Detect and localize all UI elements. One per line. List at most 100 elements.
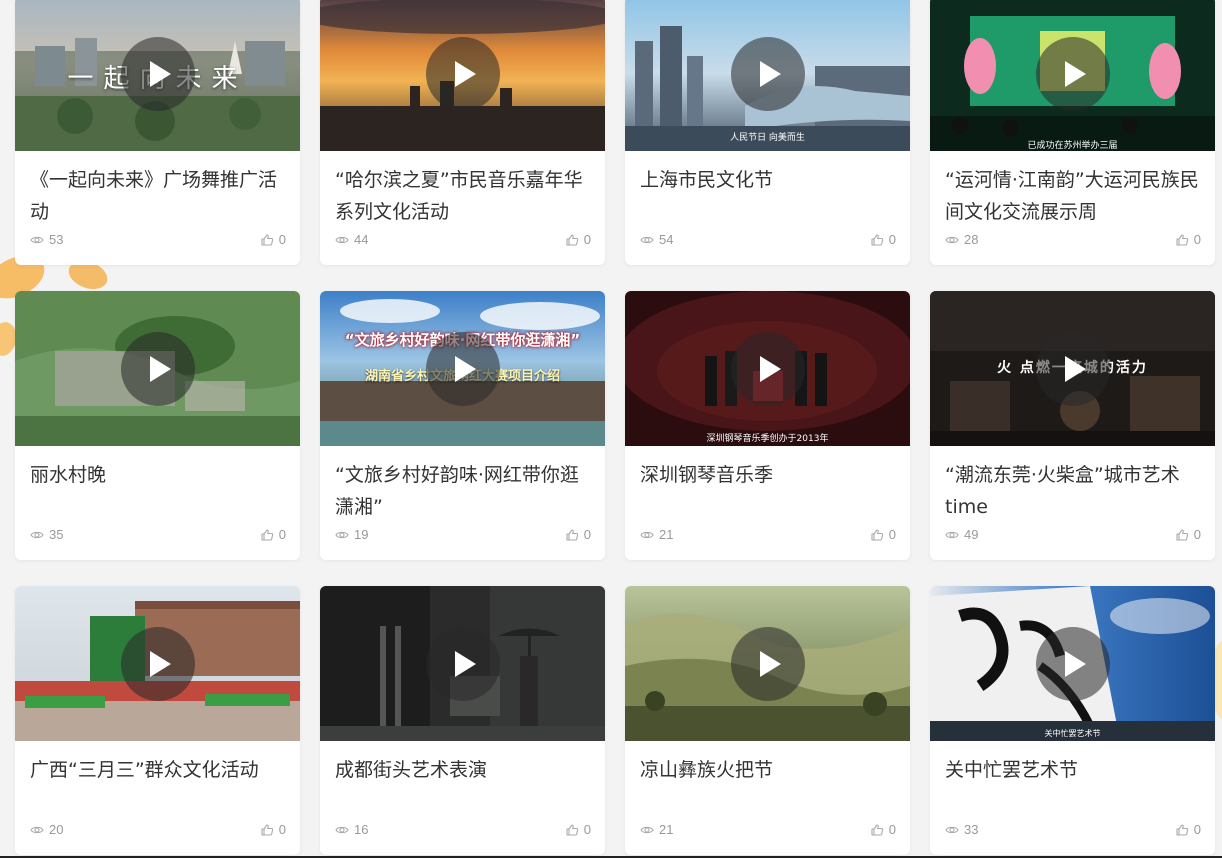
thumbnail-caption: 关中忙罢艺术节 xyxy=(1044,729,1101,738)
video-stats: 28 0 xyxy=(945,232,1201,248)
thumbs-up-icon xyxy=(261,233,273,246)
video-thumbnail[interactable] xyxy=(625,586,910,741)
play-icon[interactable] xyxy=(731,627,805,701)
video-gallery-page: 一起向未来 《一起向未来》广场舞推广活动 53 0 xyxy=(0,0,1222,858)
video-title[interactable]: 成都街头艺术表演 xyxy=(335,754,590,818)
video-thumbnail[interactable]: 已成功在苏州举办三届 xyxy=(930,0,1215,151)
video-title[interactable]: 深圳钢琴音乐季 xyxy=(640,459,895,523)
video-stats: 53 0 xyxy=(30,232,286,248)
thumbnail-caption: 深圳钢琴音乐季创办于2013年 xyxy=(706,434,829,444)
video-card[interactable]: 已成功在苏州举办三届 “运河情·江南韵”大运河民族民间文化交流展示周 28 0 xyxy=(930,0,1215,265)
video-card[interactable]: 一起向未来 《一起向未来》广场舞推广活动 53 0 xyxy=(15,0,300,265)
view-count-value: 19 xyxy=(354,527,369,542)
like-count-value: 0 xyxy=(1193,232,1201,247)
video-card[interactable]: 人民节日 向美而生 上海市民文化节 54 0 xyxy=(625,0,910,265)
video-thumbnail[interactable] xyxy=(320,586,605,741)
like-count-value: 0 xyxy=(1193,527,1201,542)
like-button[interactable]: 0 xyxy=(870,232,896,247)
video-thumbnail[interactable] xyxy=(320,0,605,151)
view-count-value: 20 xyxy=(49,822,64,837)
video-title[interactable]: 《一起向未来》广场舞推广活动 xyxy=(30,164,285,228)
video-thumbnail[interactable]: 一起向未来 xyxy=(15,0,300,151)
video-thumbnail[interactable]: 火 点燃一座城的活力 xyxy=(930,291,1215,446)
play-icon[interactable] xyxy=(426,332,500,406)
play-icon[interactable] xyxy=(426,627,500,701)
video-stats: 19 0 xyxy=(335,527,591,543)
view-count: 49 xyxy=(945,527,978,542)
view-count-value: 21 xyxy=(659,822,674,837)
play-icon[interactable] xyxy=(1036,37,1110,111)
like-button[interactable]: 0 xyxy=(870,822,896,837)
video-stats: 49 0 xyxy=(945,527,1201,543)
like-count-value: 0 xyxy=(583,232,591,247)
video-thumbnail[interactable]: 人民节日 向美而生 xyxy=(625,0,910,151)
play-icon[interactable] xyxy=(121,37,195,111)
view-count: 53 xyxy=(30,232,63,247)
video-card[interactable]: 关中忙罢艺术节 关中忙罢艺术节 33 0 xyxy=(930,586,1215,855)
view-count-value: 21 xyxy=(659,527,674,542)
play-icon[interactable] xyxy=(1036,332,1110,406)
like-button[interactable]: 0 xyxy=(260,232,286,247)
video-card[interactable]: 广西“三月三”群众文化活动 20 0 xyxy=(15,586,300,855)
video-title[interactable]: 丽水村晚 xyxy=(30,459,285,523)
video-stats: 21 0 xyxy=(640,527,896,543)
thumbs-up-icon xyxy=(1176,823,1188,836)
video-thumbnail[interactable]: “文旅乡村好韵味·网红带你逛潇湘” 湖南省乡村文旅网红大赛项目介绍 xyxy=(320,291,605,446)
eye-icon xyxy=(30,826,44,833)
play-icon[interactable] xyxy=(121,627,195,701)
video-title[interactable]: “哈尔滨之夏”市民音乐嘉年华系列文化活动 xyxy=(335,164,590,228)
video-card[interactable]: “哈尔滨之夏”市民音乐嘉年华系列文化活动 44 0 xyxy=(320,0,605,265)
thumbs-up-icon xyxy=(871,823,883,836)
like-button[interactable]: 0 xyxy=(870,527,896,542)
video-title[interactable]: 广西“三月三”群众文化活动 xyxy=(30,754,285,818)
play-icon[interactable] xyxy=(121,332,195,406)
video-card[interactable]: 火 点燃一座城的活力 “潮流东莞·火柴盒”城市艺术time 49 0 xyxy=(930,291,1215,560)
video-thumbnail[interactable]: 深圳钢琴音乐季创办于2013年 xyxy=(625,291,910,446)
view-count-value: 44 xyxy=(354,232,369,247)
video-title[interactable]: 上海市民文化节 xyxy=(640,164,895,228)
video-stats: 33 0 xyxy=(945,822,1201,838)
play-icon[interactable] xyxy=(426,37,500,111)
view-count: 21 xyxy=(640,527,673,542)
view-count: 44 xyxy=(335,232,368,247)
video-title[interactable]: “文旅乡村好韵味·网红带你逛潇湘” xyxy=(335,459,590,523)
view-count: 54 xyxy=(640,232,673,247)
video-title[interactable]: “运河情·江南韵”大运河民族民间文化交流展示周 xyxy=(945,164,1200,228)
video-thumbnail[interactable]: 关中忙罢艺术节 xyxy=(930,586,1215,741)
video-grid: 一起向未来 《一起向未来》广场舞推广活动 53 0 xyxy=(15,0,1215,855)
thumbs-up-icon xyxy=(566,823,578,836)
video-thumbnail[interactable] xyxy=(15,291,300,446)
like-button[interactable]: 0 xyxy=(1175,527,1201,542)
video-title[interactable]: 凉山彝族火把节 xyxy=(640,754,895,818)
like-button[interactable]: 0 xyxy=(1175,232,1201,247)
eye-icon xyxy=(30,236,44,243)
play-icon[interactable] xyxy=(731,37,805,111)
video-title[interactable]: “潮流东莞·火柴盒”城市艺术time xyxy=(945,459,1200,523)
thumbs-up-icon xyxy=(566,233,578,246)
view-count-value: 54 xyxy=(659,232,674,247)
video-card[interactable]: 成都街头艺术表演 16 0 xyxy=(320,586,605,855)
like-count-value: 0 xyxy=(888,232,896,247)
video-title[interactable]: 关中忙罢艺术节 xyxy=(945,754,1200,818)
video-card[interactable]: 深圳钢琴音乐季创办于2013年 深圳钢琴音乐季 21 0 xyxy=(625,291,910,560)
eye-icon xyxy=(335,236,349,243)
play-icon[interactable] xyxy=(731,332,805,406)
video-card[interactable]: 丽水村晚 35 0 xyxy=(15,291,300,560)
view-count-value: 33 xyxy=(964,822,979,837)
eye-icon xyxy=(30,531,44,538)
like-button[interactable]: 0 xyxy=(565,527,591,542)
view-count: 16 xyxy=(335,822,368,837)
eye-icon xyxy=(945,531,959,538)
play-icon[interactable] xyxy=(1036,627,1110,701)
video-card[interactable]: 凉山彝族火把节 21 0 xyxy=(625,586,910,855)
like-count-value: 0 xyxy=(888,527,896,542)
video-card[interactable]: “文旅乡村好韵味·网红带你逛潇湘” 湖南省乡村文旅网红大赛项目介绍 “文旅乡村好… xyxy=(320,291,605,560)
like-button[interactable]: 0 xyxy=(260,822,286,837)
like-button[interactable]: 0 xyxy=(565,822,591,837)
video-thumbnail[interactable] xyxy=(15,586,300,741)
like-button[interactable]: 0 xyxy=(1175,822,1201,837)
thumbs-up-icon xyxy=(261,823,273,836)
thumbs-up-icon xyxy=(1176,233,1188,246)
like-button[interactable]: 0 xyxy=(260,527,286,542)
like-button[interactable]: 0 xyxy=(565,232,591,247)
